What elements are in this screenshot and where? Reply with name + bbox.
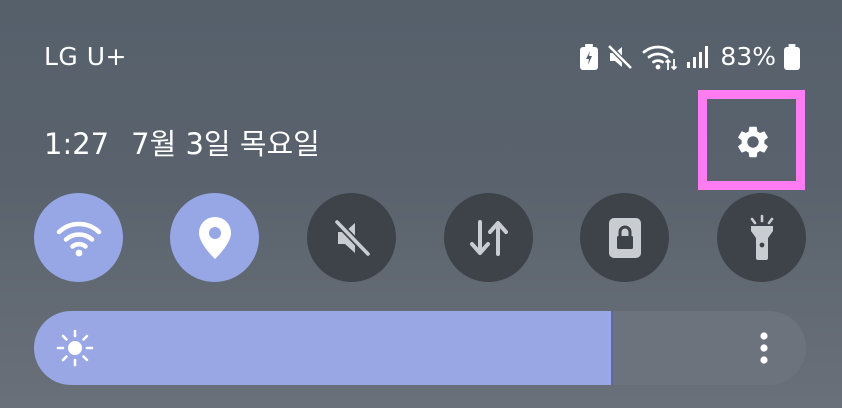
location-pin-icon — [198, 216, 231, 259]
brightness-level-fill — [34, 311, 613, 385]
data-transfer-icon — [469, 219, 508, 256]
flashlight-toggle[interactable] — [717, 193, 806, 282]
location-toggle[interactable] — [170, 193, 259, 282]
more-vertical-icon — [760, 332, 768, 364]
status-icons: 83% — [580, 40, 800, 74]
more-options-button[interactable] — [752, 330, 776, 366]
sound-toggle[interactable] — [307, 193, 396, 282]
rotation-lock-toggle[interactable] — [580, 193, 669, 282]
sun-icon — [56, 329, 94, 367]
signal-icon — [687, 46, 709, 68]
flashlight-icon — [750, 214, 773, 260]
wifi-icon — [56, 221, 101, 256]
battery-percent: 83% — [720, 42, 776, 71]
mobile-data-toggle[interactable] — [444, 193, 533, 282]
gear-icon — [738, 126, 768, 158]
mute-icon — [607, 44, 634, 70]
date-text[interactable]: 7월 3일 목요일 — [131, 122, 320, 166]
quick-toggles — [34, 193, 806, 283]
brightness-slider[interactable] — [34, 311, 806, 385]
clock-time[interactable]: 1:27 — [44, 122, 109, 166]
wifi-toggle[interactable] — [34, 193, 123, 282]
mute-icon — [333, 219, 371, 256]
battery-icon — [784, 44, 800, 70]
clock-date-row: 1:27 7월 3일 목요일 — [44, 122, 320, 166]
lock-icon — [608, 217, 641, 258]
carrier-name: LG U+ — [44, 42, 127, 71]
quick-panel: LG U+ 83% 1:27 7월 3일 목요일 — [0, 0, 842, 408]
settings-button[interactable] — [733, 122, 773, 162]
wifi-icon — [643, 45, 678, 71]
battery-saver-icon — [580, 44, 599, 70]
